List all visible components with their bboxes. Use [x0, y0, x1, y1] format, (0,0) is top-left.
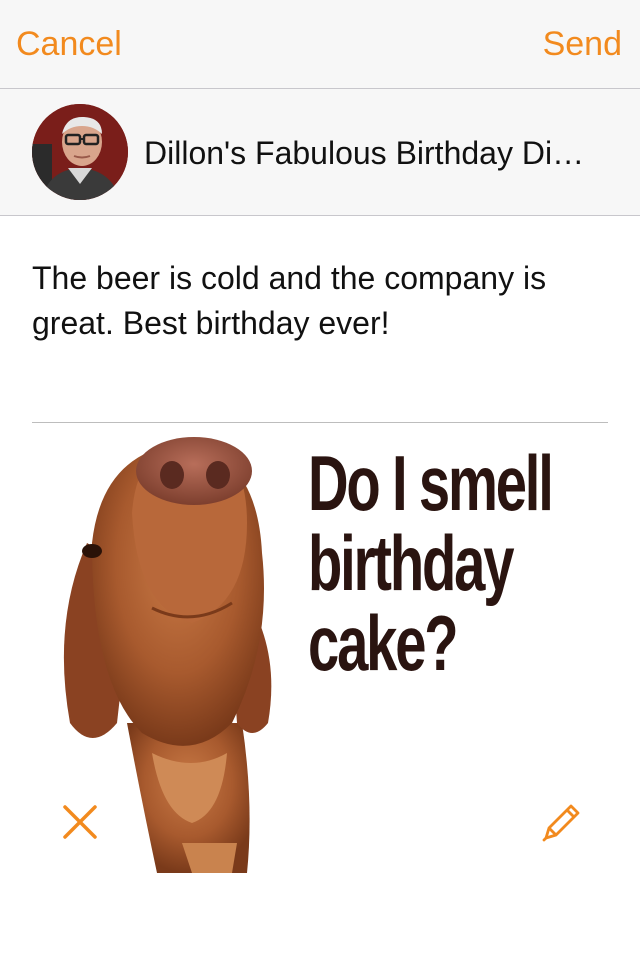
photo-caption: Do I smell birthday cake?: [308, 439, 554, 687]
cancel-button[interactable]: Cancel: [16, 22, 122, 66]
event-row[interactable]: Dillon's Fabulous Birthday Di…: [0, 89, 640, 216]
pencil-icon: [542, 804, 580, 842]
caption-line-1: Do I smell: [308, 439, 554, 527]
attached-photo: Do I smell birthday cake?: [32, 423, 608, 873]
edit-photo-button[interactable]: [538, 800, 584, 846]
event-title: Dillon's Fabulous Birthday Di…: [144, 135, 585, 171]
send-button[interactable]: Send: [543, 22, 622, 66]
avatar: [32, 104, 128, 200]
remove-photo-button[interactable]: [62, 804, 98, 840]
navigation-bar: Cancel Send: [0, 0, 640, 89]
close-icon: [63, 805, 97, 839]
post-message-input[interactable]: The beer is cold and the company is grea…: [32, 256, 612, 346]
avatar-image: [32, 104, 128, 200]
caption-line-2: birthday: [308, 519, 514, 607]
caption-line-3: cake?: [308, 599, 459, 687]
